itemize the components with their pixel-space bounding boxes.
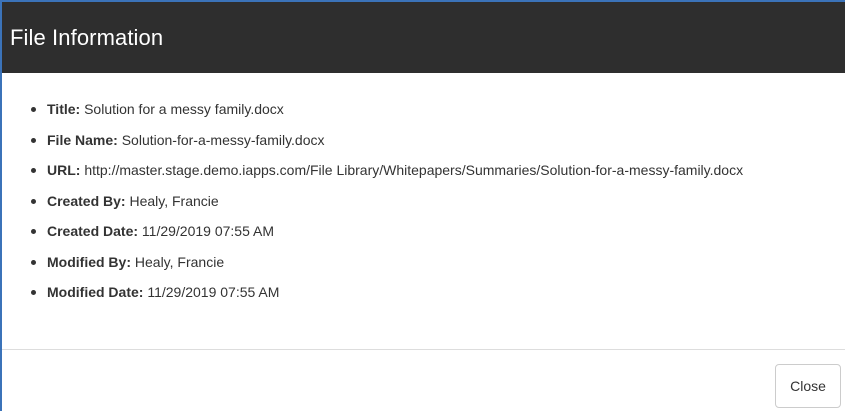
info-value: 11/29/2019 07:55 AM (147, 284, 280, 300)
info-value: Solution-for-a-messy-family.docx (121, 131, 325, 148)
list-item-file-name: File Name: Solution-for-a-messy-family.d… (26, 131, 743, 149)
dialog-header: File Information (2, 2, 845, 73)
info-label: Title: (47, 101, 85, 117)
info-value: 11/29/2019 07:55 AM (141, 223, 274, 239)
info-label: Created By: (47, 192, 130, 209)
bullet-icon (31, 290, 36, 295)
list-item-created-date: Created Date: 11/29/2019 07:55 AM (26, 222, 743, 240)
list-item-title: Title: Solution for a messy family.docx (26, 100, 743, 118)
close-button[interactable]: Close (775, 364, 841, 408)
list-item-modified-by: Modified By: Healy, Francie (26, 253, 743, 271)
bullet-icon (31, 168, 36, 173)
bullet-icon (31, 259, 36, 265)
info-label: Modified By: (47, 253, 135, 270)
dialog-body: Title: Solution for a messy family.docx … (2, 73, 845, 349)
info-value: Healy, Francie (129, 192, 219, 209)
file-info-list: Title: Solution for a messy family.docx … (26, 100, 743, 314)
bullet-icon (31, 137, 36, 143)
info-value: http://master.stage.demo.iapps.com/File … (84, 162, 744, 178)
dialog-title: File Information (10, 24, 164, 50)
info-label: Created Date: (47, 223, 142, 239)
bullet-icon (31, 229, 36, 234)
list-item-created-by: Created By: Healy, Francie (26, 192, 743, 210)
bullet-icon (31, 198, 36, 204)
bullet-icon (31, 107, 36, 112)
dialog-footer: Close (2, 349, 845, 411)
info-label: File Name: (47, 131, 122, 148)
list-item-url: URL: http://master.stage.demo.iapps.com/… (26, 161, 743, 179)
info-value: Solution for a messy family.docx (84, 101, 284, 117)
info-value: Healy, Francie (134, 253, 225, 270)
info-label: URL: (47, 162, 85, 178)
file-information-dialog: File Information Title: Solution for a m… (0, 0, 845, 411)
list-item-modified-date: Modified Date: 11/29/2019 07:55 AM (26, 283, 743, 301)
info-label: Modified Date: (47, 284, 148, 300)
